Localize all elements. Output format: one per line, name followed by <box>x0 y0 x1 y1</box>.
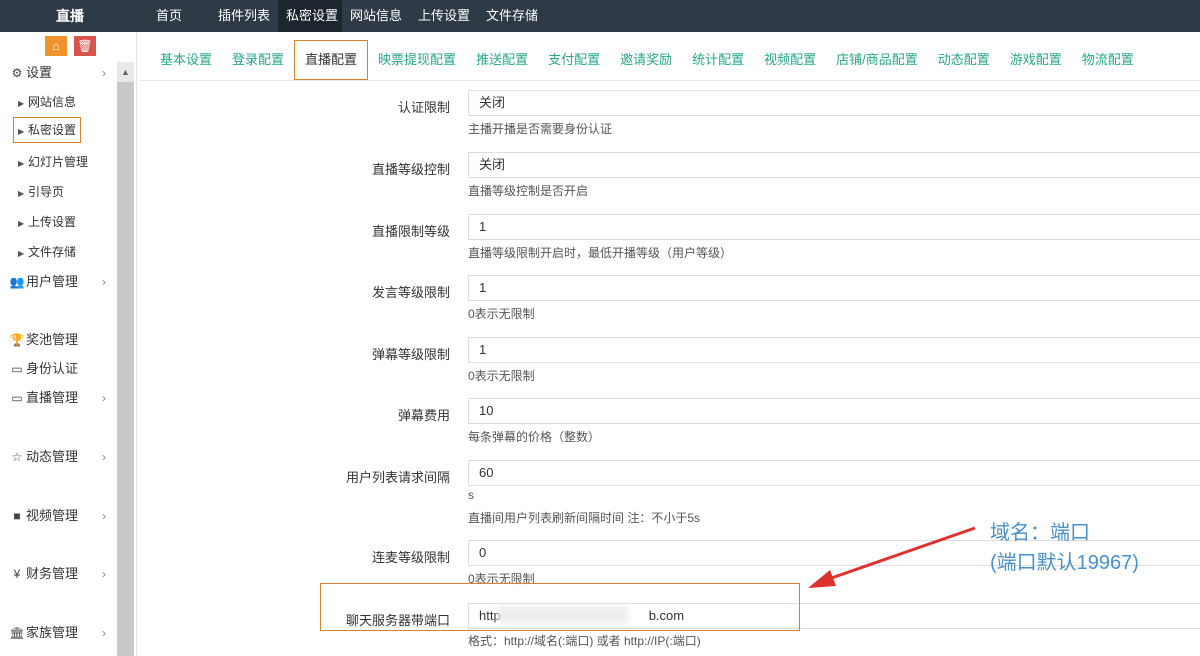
barrage-level-input[interactable]: 1 <box>468 337 1200 363</box>
tab-video[interactable]: 视频配置 <box>754 40 826 80</box>
tab-dynamic[interactable]: 动态配置 <box>928 40 1000 80</box>
highlight-box <box>320 583 800 631</box>
link-mic-level-label: 连麦等级限制 <box>371 550 450 565</box>
live-min-level-input[interactable]: 1 <box>468 214 1200 240</box>
chevron-right-icon: › <box>102 509 106 523</box>
barrage-fee-help: 每条弹幕的价格（整数） <box>468 430 601 444</box>
sidebar-item-dynamic[interactable]: ☆ 动态管理 › <box>0 445 116 469</box>
tab-payment[interactable]: 支付配置 <box>538 40 610 80</box>
level-control-select[interactable]: 关闭 <box>468 152 1200 178</box>
chevron-right-icon: › <box>102 66 106 80</box>
tab-game[interactable]: 游戏配置 <box>1000 40 1072 80</box>
sidebar: ⌂ 🗑 ▲ ⚙ 设置 › ▶ 网站信息 ▶ 私密设置 ▶ 幻灯片管理 ▶ 引导页 ▶ 上传设… <box>0 32 137 656</box>
sidebar-item-identity[interactable]: ▭ 身份认证 <box>0 357 116 381</box>
trash-icon: 🗑 <box>77 39 93 53</box>
trophy-icon: 🏆 <box>9 333 25 347</box>
caret-right-icon: ▶ <box>18 159 25 168</box>
monitor-icon: ▭ <box>11 391 23 405</box>
sidebar-sub-upload[interactable]: ▶ 上传设置 <box>18 211 76 233</box>
barrage-level-help: 0表示无限制 <box>468 369 535 383</box>
auth-limit-help: 主播开播是否需要身份认证 <box>468 122 613 136</box>
topnav-plugins[interactable]: 插件列表 <box>210 0 278 32</box>
monitor-icon: ▭ <box>11 362 23 376</box>
sidebar-item-live[interactable]: ▭ 直播管理 › <box>0 386 116 410</box>
tab-stats[interactable]: 统计配置 <box>682 40 754 80</box>
barrage-fee-label: 弹幕费用 <box>397 408 450 423</box>
annotation-domain-port: 域名：端口 <box>990 522 1090 544</box>
sidebar-item-video[interactable]: ■ 视频管理 › <box>0 504 116 528</box>
userlist-interval-unit: s <box>468 488 474 502</box>
level-control-label: 直播等级控制 <box>371 162 450 177</box>
sidebar-item-finance[interactable]: ¥ 财务管理 › <box>0 562 116 586</box>
userlist-interval-label: 用户列表请求间隔 <box>345 470 450 485</box>
chat-server-help: 格式：http://域名(:端口) 或者 http://IP(:端口) <box>468 634 701 648</box>
bank-icon: 🏛 <box>9 626 25 640</box>
brand-title: 直播 <box>56 8 84 24</box>
caret-right-icon: ▶ <box>18 219 25 228</box>
tab-basic[interactable]: 基本设置 <box>150 40 222 80</box>
topnav-private-settings[interactable]: 私密设置 <box>278 0 342 32</box>
userlist-interval-input[interactable]: 60 <box>468 460 1200 486</box>
level-control-help: 直播等级控制是否开启 <box>468 184 589 198</box>
home-button[interactable]: ⌂ <box>45 36 67 56</box>
chevron-right-icon: › <box>102 450 106 464</box>
sidebar-sub-private-settings[interactable]: ▶ 私密设置 <box>13 117 82 143</box>
scroll-up-arrow[interactable]: ▲ <box>117 62 134 82</box>
sidebar-item-settings[interactable]: ⚙ 设置 › <box>0 61 116 85</box>
barrage-level-label: 弹幕等级限制 <box>371 347 450 362</box>
sidebar-item-family[interactable]: 🏛家族管理 › <box>0 621 116 645</box>
sidebar-sub-site-info[interactable]: ▶ 网站信息 <box>18 91 76 113</box>
tab-logistics[interactable]: 物流配置 <box>1072 40 1144 80</box>
speak-level-help: 0表示无限制 <box>468 307 535 321</box>
topnav-upload-settings[interactable]: 上传设置 <box>410 0 478 32</box>
speak-level-input[interactable]: 1 <box>468 275 1200 301</box>
tab-push[interactable]: 推送配置 <box>466 40 538 80</box>
live-min-level-help: 直播等级限制开启时，最低开播等级（用户等级） <box>468 246 733 260</box>
sidebar-sub-storage[interactable]: ▶ 文件存储 <box>18 241 76 263</box>
caret-right-icon: ▶ <box>18 99 25 108</box>
config-tabs: 基本设置 登录配置 直播配置 映票提现配置 推送配置 支付配置 邀请奖励 统计配… <box>150 40 1144 80</box>
tab-live[interactable]: 直播配置 <box>294 40 369 80</box>
yen-icon: ¥ <box>13 567 21 581</box>
sidebar-scrollbar[interactable] <box>117 62 134 656</box>
tab-shop[interactable]: 店铺/商品配置 <box>826 40 928 80</box>
video-camera-icon: ■ <box>13 509 21 523</box>
speak-level-label: 发言等级限制 <box>371 285 450 300</box>
star-icon: ☆ <box>11 450 23 464</box>
topnav-site-info[interactable]: 网站信息 <box>342 0 410 32</box>
gears-icon: ⚙ <box>11 66 23 80</box>
users-icon: 👥 <box>9 275 25 289</box>
clear-cache-button[interactable]: 🗑 <box>74 36 96 56</box>
chevron-right-icon: › <box>102 391 106 405</box>
sidebar-item-users[interactable]: 👥 用户管理 › <box>0 270 116 294</box>
top-bar: 直播 首页 插件列表 私密设置 网站信息 上传设置 文件存储 <box>0 0 1200 32</box>
tab-login[interactable]: 登录配置 <box>222 40 294 80</box>
live-min-level-label: 直播限制等级 <box>371 224 450 239</box>
userlist-interval-help: 直播间用户列表刷新间隔时间 注：不小于5s <box>468 511 701 525</box>
annotation-default-port: (端口默认19967) <box>990 552 1139 574</box>
tab-invite[interactable]: 邀请奖励 <box>610 40 682 80</box>
caret-right-icon: ▶ <box>18 189 25 198</box>
tab-divider <box>140 80 1200 81</box>
auth-limit-label: 认证限制 <box>397 100 450 115</box>
topnav-home[interactable]: 首页 <box>148 0 210 32</box>
sidebar-item-label: 设置 <box>26 65 53 80</box>
sidebar-sub-guide[interactable]: ▶ 引导页 <box>18 181 64 203</box>
top-nav: 首页 插件列表 私密设置 网站信息 上传设置 文件存储 <box>148 0 546 32</box>
chevron-right-icon: › <box>102 626 106 640</box>
chevron-right-icon: › <box>102 567 106 581</box>
topnav-file-storage[interactable]: 文件存储 <box>478 0 546 32</box>
caret-right-icon: ▶ <box>18 127 25 136</box>
sidebar-sub-slides[interactable]: ▶ 幻灯片管理 <box>18 151 88 173</box>
home-icon: ⌂ <box>52 39 60 53</box>
annotation-arrow <box>808 526 976 588</box>
tab-withdraw[interactable]: 映票提现配置 <box>368 40 466 80</box>
chevron-right-icon: › <box>102 275 106 289</box>
barrage-fee-input[interactable]: 10 <box>468 398 1200 424</box>
caret-right-icon: ▶ <box>18 249 25 258</box>
sidebar-item-prize-pool[interactable]: 🏆 奖池管理 <box>0 328 116 352</box>
auth-limit-select[interactable]: 关闭 <box>468 90 1200 116</box>
